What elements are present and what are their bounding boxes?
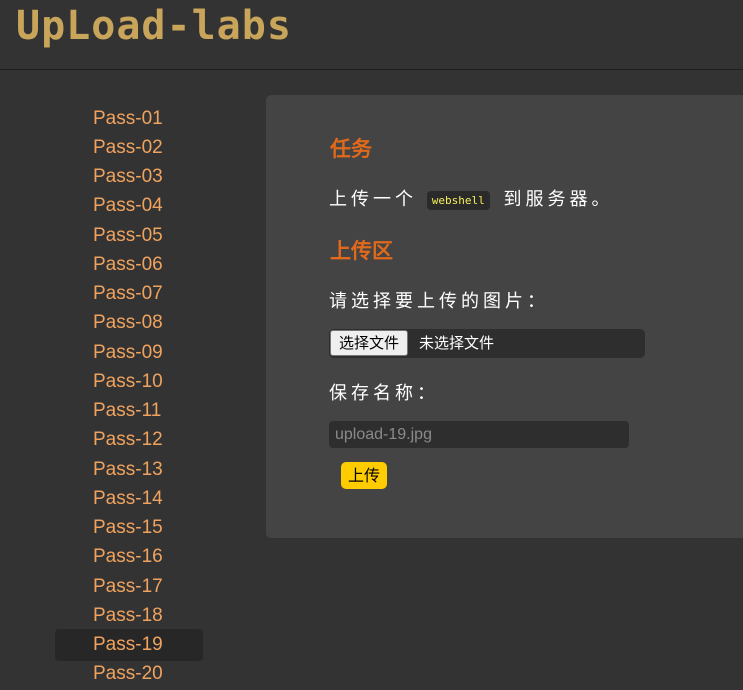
sidebar-item-pass-09[interactable]: Pass-09 [55,337,203,369]
sidebar-item-pass-19[interactable]: Pass-19 [55,629,203,661]
sidebar-item-pass-01[interactable]: Pass-01 [55,103,203,135]
sidebar-item-pass-14[interactable]: Pass-14 [55,483,203,515]
sidebar-item-pass-02[interactable]: Pass-02 [55,132,203,164]
task-heading: 任务 [330,137,372,161]
sidebar-item-pass-06[interactable]: Pass-06 [55,249,203,281]
file-status-text: 未选择文件 [419,334,495,352]
sidebar-item-pass-05[interactable]: Pass-05 [55,220,203,252]
task-text-before: 上传一个 [329,189,417,210]
webshell-code: webshell [426,190,490,210]
upload-heading: 上传区 [330,239,393,263]
sidebar-item-pass-10[interactable]: Pass-10 [55,366,203,398]
sidebar-item-pass-16[interactable]: Pass-16 [55,541,203,573]
sidebar-item-pass-03[interactable]: Pass-03 [55,161,203,193]
sidebar-item-pass-07[interactable]: Pass-07 [55,278,203,310]
sidebar-item-pass-13[interactable]: Pass-13 [55,454,203,486]
sidebar-item-pass-08[interactable]: Pass-08 [55,307,203,339]
sidebar-item-pass-12[interactable]: Pass-12 [55,424,203,456]
file-input[interactable]: 选择文件 未选择文件 [329,329,645,358]
upload-submit-button[interactable]: 上传 [341,462,388,489]
sidebar-item-pass-18[interactable]: Pass-18 [55,600,203,632]
sidebar-item-pass-15[interactable]: Pass-15 [55,512,203,544]
file-prompt-label: 请选择要上传的图片： [329,291,549,312]
task-description: 上传一个 webshell 到服务器。 [329,185,613,211]
sidebar-item-pass-17[interactable]: Pass-17 [55,571,203,603]
content-panel: 任务 上传一个 webshell 到服务器。 上传区 请选择要上传的图片： 选择… [266,95,743,538]
save-name-label: 保存名称： [329,383,439,404]
choose-file-button[interactable]: 选择文件 [330,330,409,356]
sidebar-item-pass-04[interactable]: Pass-04 [55,190,203,222]
sidebar-item-pass-20[interactable]: Pass-20 [55,658,203,690]
sidebar-item-pass-11[interactable]: Pass-11 [55,395,203,427]
save-name-input[interactable] [329,421,629,448]
sidebar-nav: Pass-01 Pass-02 Pass-03 Pass-04 Pass-05 … [0,70,266,684]
header: UpLoad-labs [0,0,743,70]
task-text-after: 到服务器。 [503,189,614,210]
logo[interactable]: UpLoad-labs [16,4,292,48]
